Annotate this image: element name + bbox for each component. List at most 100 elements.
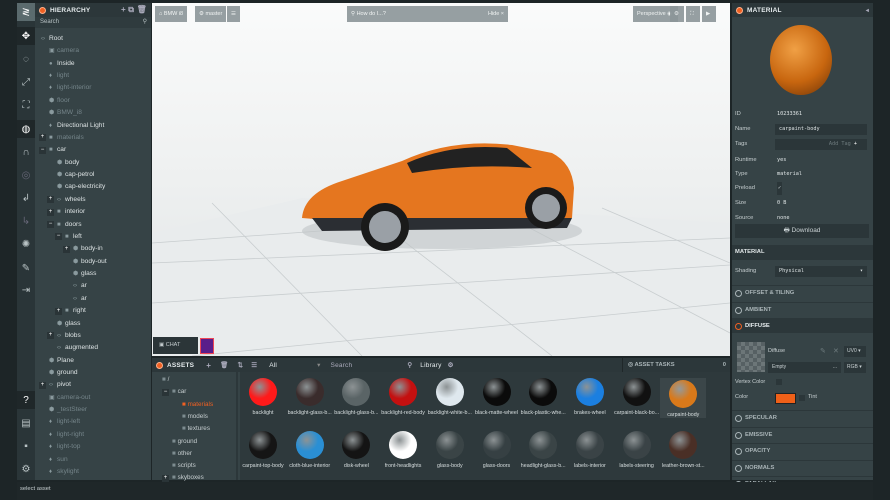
hierarchy-item[interactable]: ♦ light-right	[49, 429, 84, 441]
folder-item[interactable]: ■ /	[162, 374, 169, 386]
asset-thumbnail[interactable]: backlight-red-body	[380, 378, 426, 416]
hierarchy-item[interactable]: ⬢ body-out	[73, 256, 107, 268]
hierarchy-item[interactable]: ⬢ Plane	[49, 355, 74, 367]
add-asset-icon[interactable]: +	[206, 361, 211, 370]
expand-toggle-icon[interactable]: +	[39, 381, 46, 389]
publish-icon[interactable]: ⇥	[17, 281, 35, 299]
expand-toggle-icon[interactable]: −	[162, 388, 169, 396]
hierarchy-item[interactable]: ⬢ cap-petrol	[57, 169, 94, 181]
hierarchy-item[interactable]: + ⬢ body-in	[63, 243, 103, 255]
add-tag-icon[interactable]: +	[851, 141, 857, 147]
hierarchy-item[interactable]: ⬢ glass	[73, 268, 96, 280]
folder-item[interactable]: ■ other	[172, 448, 192, 460]
fullscreen-button[interactable]: ⛶	[686, 6, 700, 22]
asset-thumbnail[interactable]: black-plastic-whe...	[520, 378, 566, 416]
asset-thumbnail[interactable]: backlight-glass-b...	[287, 378, 333, 416]
asset-settings-icon[interactable]: ⚙	[448, 361, 454, 369]
expand-toggle-icon[interactable]: +	[39, 134, 46, 142]
hierarchy-item[interactable]: ‹› Root	[41, 33, 63, 45]
asset-thumbnail[interactable]: labels-steering	[614, 431, 660, 469]
settings-button[interactable]: ⚙	[670, 6, 684, 22]
expand-toggle-icon[interactable]: −	[39, 146, 46, 154]
help-icon[interactable]: ?	[17, 391, 35, 409]
folder-item[interactable]: ■ materials	[182, 399, 213, 411]
asset-thumbnail[interactable]: backlight-white-b...	[427, 378, 473, 416]
hide-help-button[interactable]: Hide ×	[488, 6, 504, 22]
asset-thumbnail[interactable]: black-matte-wheel	[474, 378, 520, 416]
redo-icon[interactable]: ↳	[17, 212, 35, 230]
translate-icon[interactable]: ✥	[17, 27, 35, 45]
tags-input[interactable]: Add Tag +	[775, 139, 867, 150]
hierarchy-item[interactable]: ♦ light-interior	[49, 82, 91, 94]
hierarchy-item[interactable]: ♦ Directional Light	[49, 120, 104, 132]
hierarchy-item[interactable]: + ‹› wheels	[47, 194, 86, 206]
library-button[interactable]: Library	[420, 362, 441, 369]
delete-asset-icon[interactable]: 🗑	[220, 361, 228, 369]
asset-thumbnail[interactable]: leather-brown-st...	[660, 431, 706, 469]
hierarchy-item[interactable]: + ■ materials	[39, 132, 84, 144]
asset-thumbnail[interactable]: glass-body	[427, 431, 473, 469]
expand-toggle-icon[interactable]: +	[162, 474, 169, 482]
hierarchy-item[interactable]: ⬢ BMW_i8	[49, 107, 82, 119]
edit-icon[interactable]: ✎	[820, 347, 826, 355]
hierarchy-item[interactable]: − ■ car	[39, 144, 66, 156]
uv-select[interactable]: UV0 ▾	[844, 346, 866, 357]
hierarchy-item[interactable]: ⬢ floor	[49, 95, 70, 107]
asset-thumbnail[interactable]: backlight-glass-b...	[333, 378, 379, 416]
undo-icon[interactable]: ↲	[17, 189, 35, 207]
name-input[interactable]: carpaint-body	[775, 124, 867, 135]
hierarchy-item[interactable]: − ■ doors	[47, 219, 82, 231]
asset-thumbnail[interactable]: brakes-wheel	[567, 378, 613, 416]
expand-toggle-icon[interactable]: +	[55, 307, 62, 315]
hierarchy-item[interactable]: ▣ camera	[49, 45, 79, 57]
hierarchy-item[interactable]: + ‹› pivot	[39, 379, 71, 391]
section-offset-tiling[interactable]: OFFSET & TILING	[732, 285, 873, 300]
asset-thumbnail[interactable]: glass-doors	[474, 431, 520, 469]
section-opacity[interactable]: OPACITY	[732, 443, 873, 458]
hierarchy-item[interactable]: ▣ camera-out	[49, 392, 90, 404]
folder-item[interactable]: ■ scripts	[172, 460, 196, 472]
hierarchy-item[interactable]: ⬢ glass	[57, 318, 80, 330]
launch-button[interactable]: ▶	[702, 6, 716, 22]
asset-thumbnail[interactable]: carpaint-black-bo...	[614, 378, 660, 416]
settings-icon[interactable]: ⚙	[17, 460, 35, 478]
asset-tasks-panel[interactable]: ◎ ASSET TASKS 0	[622, 358, 730, 372]
channel-select[interactable]: RGB ▾	[844, 362, 866, 373]
hierarchy-item[interactable]: ♦ skylight	[49, 466, 79, 478]
folder-item[interactable]: ■ ground	[172, 436, 197, 448]
playcanvas-logo[interactable]: ≷	[17, 3, 35, 21]
scale-icon[interactable]: ⤢	[17, 73, 35, 91]
asset-thumbnail[interactable]: front-headlights	[380, 431, 426, 469]
asset-thumbnail[interactable]: carpaint-body	[660, 378, 707, 418]
hierarchy-item[interactable]: + ■ right	[55, 305, 86, 317]
edit-icon[interactable]: ✎	[17, 259, 35, 277]
section-specular[interactable]: SPECULAR	[732, 410, 873, 425]
section-ambient[interactable]: AMBIENT	[732, 301, 873, 317]
menu-button[interactable]: ☰	[227, 6, 240, 22]
section-emissive[interactable]: EMISSIVE	[732, 426, 873, 442]
hierarchy-item[interactable]: ♦ light-top	[49, 441, 80, 453]
light-icon[interactable]: ✺	[17, 235, 35, 253]
shading-select[interactable]: Physical ▾	[775, 266, 867, 277]
folder-item[interactable]: ■ models	[182, 411, 208, 423]
folder-item[interactable]: ■ textures	[182, 423, 210, 435]
magnet-icon[interactable]: ∩	[17, 143, 35, 161]
project-button[interactable]: ⌂ BMW i8	[155, 6, 188, 22]
help-search-input[interactable]: ⚲ How do I...? Hide ×	[347, 6, 508, 22]
asset-search-input[interactable]: Search	[331, 362, 353, 369]
branch-button[interactable]: ⚙ master	[195, 6, 227, 22]
hierarchy-item[interactable]: ‹› augmented	[57, 342, 98, 354]
hierarchy-item[interactable]: + ■ interior	[47, 206, 85, 218]
asset-thumbnail[interactable]: disk-wheel	[333, 431, 379, 469]
list-view-icon[interactable]: ☰	[251, 361, 257, 369]
collapse-icon[interactable]: ◂	[866, 7, 869, 14]
hierarchy-item[interactable]: ‹› ar	[73, 293, 87, 305]
world-icon[interactable]: ◍	[17, 120, 35, 138]
hierarchy-item[interactable]: ⬢ ground	[49, 367, 78, 379]
asset-thumbnail[interactable]: cloth-blue-interior	[287, 431, 333, 469]
viewport[interactable]: ⌂ BMW i8 ⚙ master ☰ ⚲ How do I...? Hide ×…	[152, 3, 730, 356]
focus-icon[interactable]: ◎	[17, 166, 35, 184]
hierarchy-search-input[interactable]: Search ⚲	[35, 17, 151, 28]
expand-toggle-icon[interactable]: +	[47, 196, 54, 204]
expand-toggle-icon[interactable]: −	[55, 233, 62, 241]
